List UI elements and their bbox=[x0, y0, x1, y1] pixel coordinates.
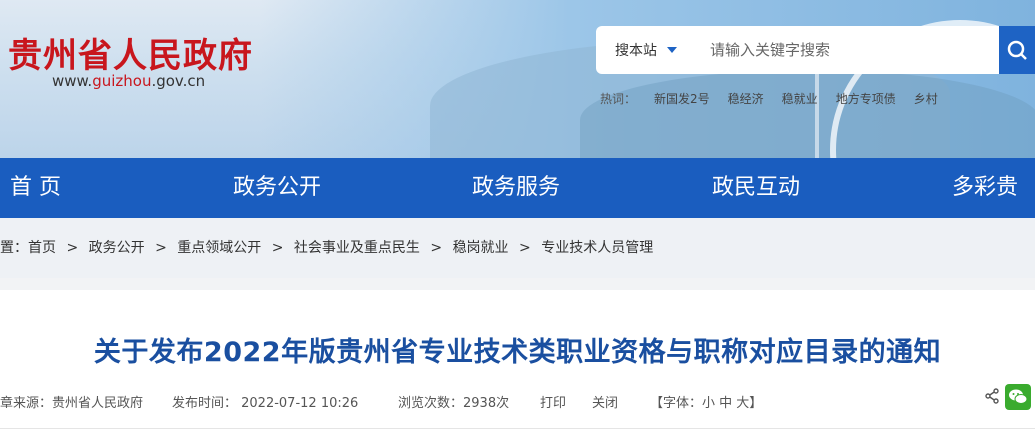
article-panel: 关于发布2022年版贵州省专业技术类职业资格与职称对应目录的通知 章来源：贵州省… bbox=[0, 290, 1035, 434]
divider bbox=[0, 428, 1035, 429]
breadcrumb-item[interactable]: 稳岗就业 bbox=[453, 240, 509, 256]
breadcrumb: 置：首页 > 政务公开 > 重点领域公开 > 社会事业及重点民生 > 稳岗就业 … bbox=[0, 218, 1035, 278]
nav-item-gov-affairs[interactable]: 政务公开 bbox=[233, 158, 321, 218]
breadcrumb-separator: > bbox=[66, 240, 79, 256]
share-icon bbox=[985, 388, 999, 404]
url-mid: guizhou bbox=[92, 72, 152, 90]
site-url: www.guizhou.gov.cn bbox=[52, 72, 205, 90]
article-publish-time: 发布时间： 2022-07-12 10:26 bbox=[172, 396, 359, 411]
main-nav: 首 页 政务公开 政务服务 政民互动 多彩贵州 bbox=[0, 158, 1035, 260]
breadcrumb-separator: > bbox=[430, 240, 443, 256]
wechat-share-button[interactable] bbox=[1005, 384, 1031, 410]
breadcrumb-separator: > bbox=[155, 240, 167, 256]
search-scope-label: 搜本站 bbox=[615, 43, 657, 59]
breadcrumb-item[interactable]: 首页 bbox=[28, 240, 56, 256]
search-scope-select[interactable]: 搜本站 bbox=[596, 26, 696, 74]
site-header: 贵州省人民政府 www.guizhou.gov.cn 搜本站 热词： 新国发2号… bbox=[0, 0, 1035, 158]
article-source: 章来源：贵州省人民政府 bbox=[0, 396, 144, 411]
breadcrumb-separator: > bbox=[519, 240, 531, 256]
hot-words-label: 热词： bbox=[600, 92, 637, 106]
hot-word-link[interactable]: 稳经济 bbox=[728, 90, 764, 107]
article-title: 关于发布2022年版贵州省专业技术类职业资格与职称对应目录的通知 bbox=[93, 337, 942, 368]
share-button[interactable] bbox=[984, 388, 1000, 408]
breadcrumb-item[interactable]: 专业技术人员管理 bbox=[541, 240, 653, 256]
hot-word-link[interactable]: 乡村 bbox=[914, 90, 938, 107]
breadcrumb-item[interactable]: 重点领域公开 bbox=[177, 240, 261, 256]
print-link[interactable]: 打印 bbox=[540, 392, 566, 411]
article-views: 浏览次数：2938次 bbox=[398, 396, 510, 411]
breadcrumb-separator: > bbox=[271, 240, 284, 256]
font-size-control[interactable]: 【字体：小 中 大】 bbox=[650, 392, 762, 411]
url-suffix: .gov.cn bbox=[151, 72, 206, 90]
nav-item-interaction[interactable]: 政民互动 bbox=[712, 158, 800, 218]
breadcrumb-item[interactable]: 政务公开 bbox=[89, 240, 145, 256]
wechat-icon bbox=[1009, 389, 1028, 404]
breadcrumb-item[interactable]: 社会事业及重点民生 bbox=[294, 240, 420, 256]
site-logo-title[interactable]: 贵州省人民政府 bbox=[8, 28, 253, 77]
chevron-down-icon bbox=[667, 47, 677, 53]
nav-item-home[interactable]: 首 页 bbox=[10, 158, 61, 218]
hot-words: 热词： 新国发2号 稳经济 稳就业 地方专项债 乡村 bbox=[600, 90, 938, 107]
breadcrumb-lead: 置： bbox=[0, 240, 28, 256]
search-box: 搜本站 bbox=[596, 26, 1035, 74]
nav-item-gov-services[interactable]: 政务服务 bbox=[472, 158, 560, 218]
search-button[interactable] bbox=[999, 26, 1035, 74]
search-input[interactable] bbox=[696, 26, 999, 74]
close-link[interactable]: 关闭 bbox=[592, 392, 618, 411]
hot-word-link[interactable]: 稳就业 bbox=[782, 90, 818, 107]
search-icon bbox=[1007, 40, 1027, 60]
url-prefix: www. bbox=[52, 72, 93, 90]
nav-item-colorful-guizhou[interactable]: 多彩贵州 bbox=[952, 158, 1035, 260]
hot-word-link[interactable]: 新国发2号 bbox=[654, 90, 710, 107]
hot-word-link[interactable]: 地方专项债 bbox=[836, 90, 896, 107]
